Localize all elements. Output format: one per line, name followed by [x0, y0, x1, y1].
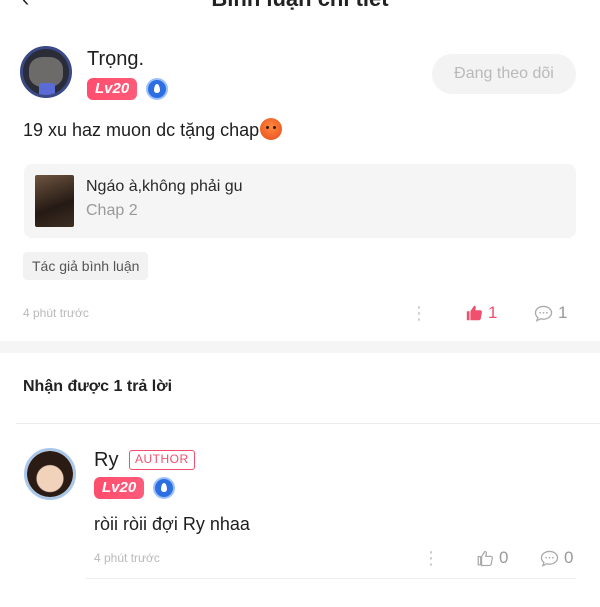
comment-bubble-icon [534, 305, 553, 322]
reply-divider [86, 578, 576, 579]
more-options-icon[interactable]: ⋮ [410, 304, 428, 322]
chapter-title: Ngáo à,không phải gu [86, 178, 243, 195]
reply-like-count: 0 [499, 548, 509, 567]
reply-username[interactable]: Ry [94, 449, 118, 472]
rank-drop-icon [146, 78, 168, 100]
author-comment-tag: Tác giả bình luận [23, 252, 149, 280]
reply-like-button[interactable]: 0 [476, 548, 508, 568]
reply-count-button[interactable]: 1 [534, 303, 567, 323]
reply-count: 1 [558, 303, 568, 322]
comment-timestamp: 4 phút trước [23, 306, 89, 320]
reply-level-badge: Lv20 [94, 477, 145, 499]
reply-more-options-icon[interactable]: ⋮ [422, 549, 440, 567]
chapter-number: Chap 2 [86, 202, 138, 219]
avatar[interactable] [20, 46, 72, 98]
chapter-card[interactable]: Ngáo à,không phải gu Chap 2 [24, 164, 576, 238]
reply-rank-drop-icon [153, 477, 175, 499]
angry-face-emoji-icon [260, 118, 283, 140]
thumbs-up-outline-icon [477, 550, 493, 567]
section-divider [0, 341, 600, 353]
like-count: 1 [488, 303, 498, 322]
reply-reply-count: 0 [564, 548, 574, 567]
divider [16, 423, 600, 424]
page-title: Bình luận chi tiết [0, 0, 600, 12]
reply-text: ròii ròii đợi Ry nhaa [94, 514, 250, 534]
reply-avatar[interactable] [24, 448, 76, 500]
author-label-badge: AUTHOR [129, 450, 195, 470]
thumbs-up-filled-icon [466, 305, 482, 321]
following-button[interactable]: Đang theo dõi [432, 54, 576, 94]
like-button[interactable]: 1 [465, 303, 497, 323]
comment-text: 19 xu haz muon dc tặng chap [23, 118, 283, 141]
comment-text-content: 19 xu haz muon dc tặng chap [23, 120, 260, 140]
chapter-thumbnail [35, 175, 74, 227]
level-badge: Lv20 [87, 78, 138, 100]
reply-reply-count-button[interactable]: 0 [540, 548, 573, 568]
replies-heading: Nhận được 1 trả lời [23, 378, 173, 395]
comment-username[interactable]: Trọng. [87, 48, 144, 71]
top-bar: ‹ Bình luận chi tiết [0, 0, 600, 14]
reply-comment-bubble-icon [540, 550, 559, 567]
avatar-frame-badge-icon [39, 83, 55, 95]
reply-timestamp: 4 phút trước [94, 551, 160, 565]
reply-avatar-photo [27, 451, 73, 497]
